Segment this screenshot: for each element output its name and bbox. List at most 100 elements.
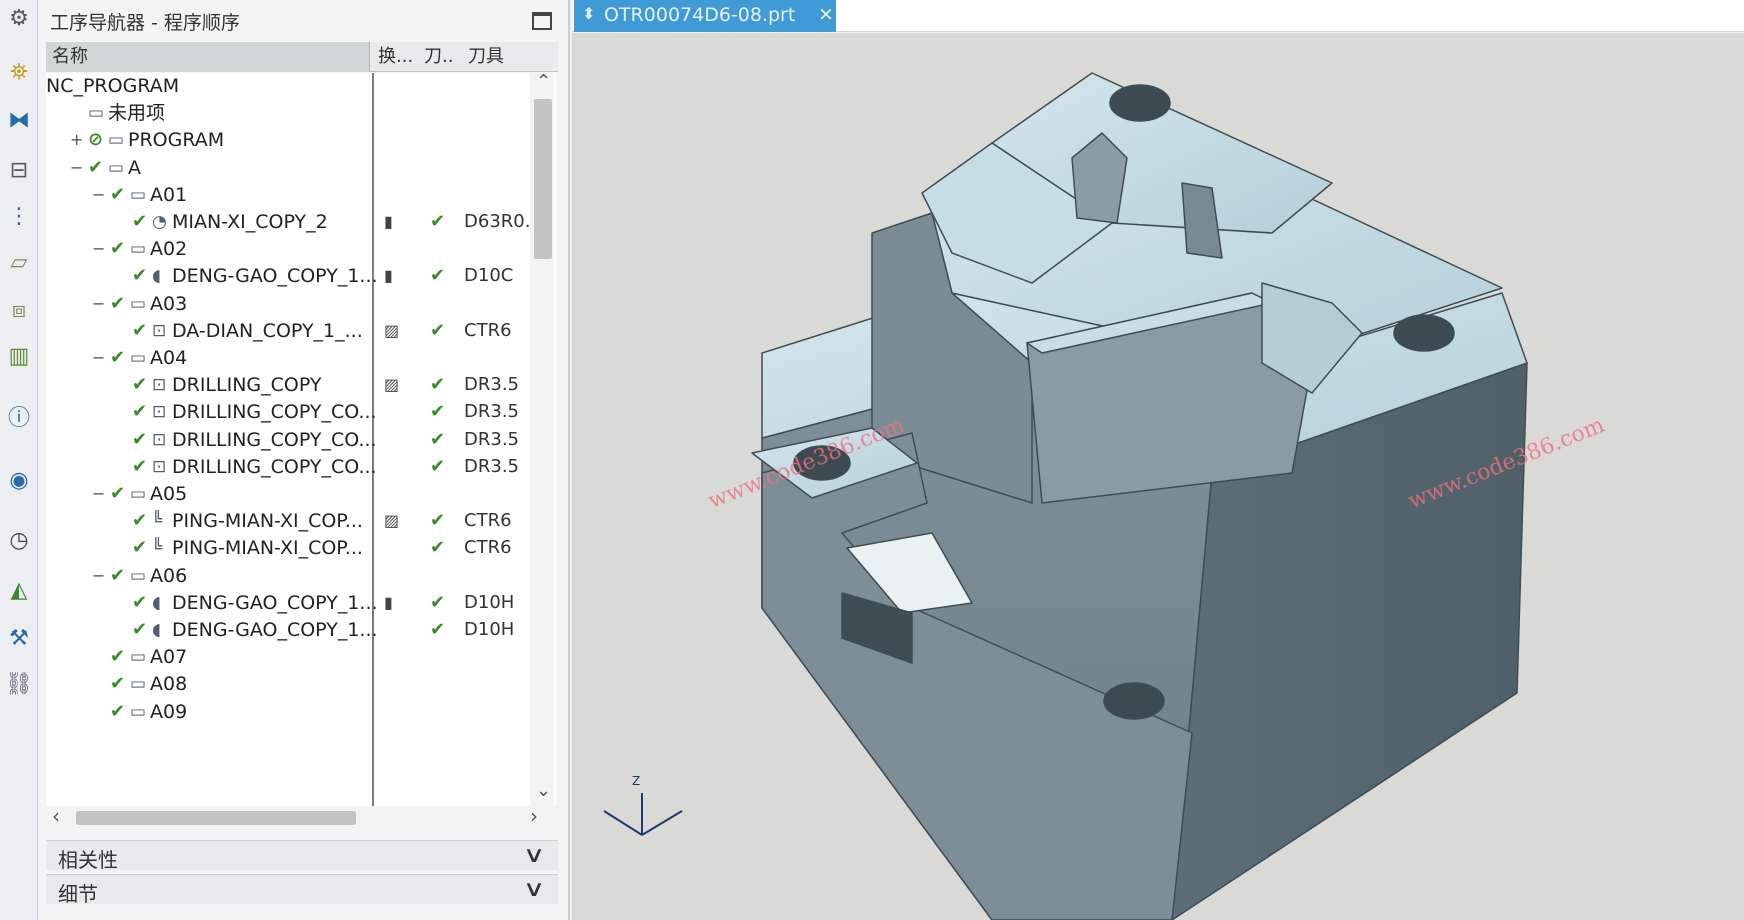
history-icon[interactable]: ◷ [4, 526, 34, 556]
operation-icon: ╚ [152, 538, 163, 559]
tree-row[interactable]: ✔ ◖ DENG-GAO_COPY_1... ▮ ✔ D10H [46, 588, 536, 618]
tree-row[interactable]: − ✔ ▭ A04 [46, 343, 536, 373]
tool-name: CTR6 [464, 510, 512, 532]
vertical-scrollbar[interactable]: ⌃ ⌄ [530, 73, 554, 808]
expand-toggle-icon[interactable]: − [70, 153, 83, 183]
expand-toggle-icon[interactable]: − [92, 343, 105, 373]
complete-status-icon: ✔ [110, 646, 126, 668]
tree-row[interactable]: − ✔ ▭ A05 [46, 479, 536, 509]
tool-icon[interactable]: ⚒ [4, 624, 34, 654]
tree-row[interactable]: ✔ ▭ A09 [46, 697, 536, 727]
complete-status-icon: ✔ [132, 428, 148, 450]
tree-row[interactable]: ✔ ◖ DENG-GAO_COPY_1... ✔ D10H [46, 615, 536, 645]
expand-toggle-icon[interactable]: + [70, 125, 83, 155]
library-icon[interactable]: ▥ [4, 342, 34, 372]
tree-row[interactable]: ✔ ╚ PING-MIAN-XI_COP... ✔ CTR6 [46, 533, 536, 563]
tree-row[interactable]: ✔ ▭ A08 [46, 669, 536, 699]
tool-name: CTR6 [464, 319, 512, 341]
tree-row-label: PING-MIAN-XI_COP... [172, 537, 363, 560]
column-tool[interactable]: 刀具 [462, 42, 552, 72]
operation-icon: ◖ [152, 266, 161, 287]
operation-icon: ⊡ [152, 375, 167, 396]
close-icon[interactable]: × [818, 3, 834, 25]
tree-row[interactable]: ✔ ◔ MIAN-XI_COPY_2 ▮ ✔ D63R0. [46, 207, 536, 237]
tree-row[interactable]: − ✔ ▭ A01 [46, 180, 536, 210]
complete-status-icon: ✔ [110, 673, 126, 695]
complete-status-icon: ✔ [132, 619, 148, 640]
program-group-icon: ▭ [108, 157, 125, 178]
tree-row[interactable]: ✔ ⊡ DRILLING_COPY_CO... ✔ DR3.5 [46, 397, 536, 427]
program-order-view-icon[interactable]: ⋮ [4, 202, 34, 232]
tree-row[interactable]: ✔ ╚ PING-MIAN-XI_COP... ▨ ✔ CTR6 [46, 506, 536, 536]
chevron-down-icon[interactable]: ∨ [523, 877, 546, 902]
tree-row[interactable]: NC_PROGRAM [46, 73, 536, 101]
tree-row[interactable]: − ✔ ▭ A03 [46, 289, 536, 319]
scroll-right-icon[interactable]: › [530, 804, 538, 828]
expand-toggle-icon[interactable]: − [92, 180, 105, 210]
column-name[interactable]: 名称 [46, 42, 370, 72]
navigator-column-header: 名称 换... 刀.. 刀具 [46, 42, 558, 72]
color-icon[interactable]: ◭ [4, 576, 34, 606]
tree-row[interactable]: − ✔ ▭ A02 [46, 234, 536, 264]
tree-row[interactable]: ✔ ⊡ DRILLING_COPY_CO... ✔ DR3.5 [46, 425, 536, 455]
expand-toggle-icon[interactable]: − [92, 289, 105, 319]
panel-details-label: 细节 [58, 882, 98, 906]
tree-row-label: DA-DIAN_COPY_1_... [172, 319, 363, 342]
tree-row-label: DRILLING_COPY [172, 374, 322, 397]
settings-icon[interactable]: ⚙ [4, 4, 34, 34]
tab-part-file[interactable]: ⬍ OTR00074D6-08.prt × [574, 0, 836, 32]
toolpath-status-icon: ✔ [430, 455, 446, 477]
info-icon[interactable]: ⓘ [4, 404, 34, 434]
tree-row-label: A04 [150, 347, 188, 369]
axis-triad: Z [603, 774, 683, 836]
tree-row[interactable]: − ✔ ▭ A [46, 153, 536, 183]
expand-toggle-icon[interactable]: − [92, 234, 105, 264]
column-toolpath[interactable]: 刀.. [418, 42, 458, 72]
tree-row[interactable]: ▭ 未用项 [46, 98, 536, 128]
tree-row-label: MIAN-XI_COPY_2 [172, 211, 328, 233]
tree-row[interactable]: ✔ ◖ DENG-GAO_COPY_1... ▮ ✔ D10C [46, 261, 536, 291]
tree-row[interactable]: ✔ ▭ A07 [46, 642, 536, 672]
simulate-icon[interactable]: ⛓ [4, 670, 34, 700]
scroll-thumb[interactable] [534, 99, 552, 259]
program-group-icon: ▭ [130, 293, 147, 314]
assembly-icon[interactable]: ⧈ [4, 296, 34, 326]
operation-icon: ⊡ [152, 456, 167, 477]
tree-row-label: DENG-GAO_COPY_1... [172, 619, 378, 641]
tree-row[interactable]: ✔ ⊡ DRILLING_COPY ▨ ✔ DR3.5 [46, 370, 536, 400]
expand-toggle-icon[interactable]: − [92, 479, 105, 509]
operation-icon: ◖ [152, 592, 161, 613]
scroll-down-icon[interactable]: ⌄ [536, 780, 551, 801]
complete-status-icon: ✔ [132, 510, 148, 532]
tool-name: DR3.5 [464, 428, 519, 450]
tool-name: DR3.5 [464, 401, 519, 423]
tool-name: CTR6 [464, 537, 512, 559]
tool-name: D10H [464, 619, 515, 640]
part-file-icon: ⬍ [582, 4, 596, 23]
column-tool-change[interactable]: 换... [372, 42, 416, 72]
chevron-down-icon[interactable]: ∨ [523, 843, 546, 868]
tree-row[interactable]: + ⊘ ▭ PROGRAM [46, 125, 536, 155]
geometry-view-icon[interactable]: ⧓ [4, 106, 34, 136]
horizontal-scrollbar[interactable]: ‹ › [46, 804, 558, 830]
complete-status-icon: ✔ [132, 591, 148, 613]
method-view-icon[interactable]: ⊟ [4, 156, 34, 186]
panel-dependencies[interactable]: 相关性 ∨ [46, 840, 558, 872]
expand-toggle-icon[interactable]: − [92, 561, 105, 591]
tree-row-label: DRILLING_COPY_CO... [172, 428, 377, 451]
part-icon[interactable]: ▱ [4, 248, 34, 278]
scroll-thumb-horizontal[interactable] [76, 811, 356, 825]
tree-row-label: PROGRAM [128, 129, 225, 152]
machine-tool-view-icon[interactable]: ⛯ [4, 58, 34, 88]
scroll-left-icon[interactable]: ‹ [52, 804, 60, 828]
tree-row[interactable]: ✔ ⊡ DA-DIAN_COPY_1_... ▨ ✔ CTR6 [46, 316, 536, 346]
scroll-up-icon[interactable]: ⌃ [536, 73, 551, 92]
tree-row[interactable]: ✔ ⊡ DRILLING_COPY_CO... ✔ DR3.5 [46, 452, 536, 482]
maximize-icon[interactable] [532, 12, 552, 30]
panel-details[interactable]: 细节 ∨ [46, 874, 558, 906]
toolpath-status-icon: ✔ [430, 319, 446, 341]
web-icon[interactable]: ◉ [4, 466, 34, 496]
tree-row[interactable]: − ✔ ▭ A06 [46, 561, 536, 591]
graphics-viewport[interactable]: Z www.code386.com www.code386.com [572, 33, 1744, 920]
program-group-icon: ▭ [130, 348, 147, 368]
